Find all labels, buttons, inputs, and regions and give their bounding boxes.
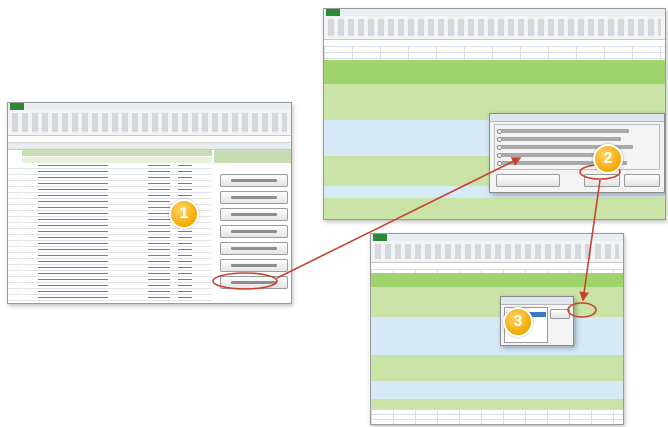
table-header — [371, 273, 623, 288]
screenshot-3-workbook — [370, 233, 624, 425]
option-label — [501, 137, 621, 141]
macro-button-4[interactable] — [220, 225, 288, 238]
screenshot-1-workbook — [7, 102, 292, 304]
dialog-left-button[interactable] — [496, 174, 560, 187]
type-column — [178, 163, 192, 301]
dialog-ok-button[interactable] — [584, 174, 620, 187]
macro-button-6[interactable] — [220, 259, 288, 272]
file-tab[interactable] — [373, 234, 387, 241]
file-tab[interactable] — [326, 9, 340, 16]
callout-circle-icon: 3 — [503, 307, 533, 337]
name-column — [38, 163, 108, 301]
macro-button-2[interactable] — [220, 191, 288, 204]
table-band — [371, 317, 623, 355]
ribbon-toolbar — [12, 113, 287, 132]
options-dialog — [489, 113, 665, 193]
table-band — [324, 198, 665, 219]
sheet-grid — [371, 269, 623, 424]
callout-circle-icon: 1 — [169, 199, 199, 229]
screenshot-2-workbook — [323, 8, 666, 220]
ribbon — [371, 234, 623, 263]
popup-title-bar — [501, 297, 573, 305]
macro-button-3[interactable] — [220, 208, 288, 221]
callout-circle-icon: 2 — [593, 144, 623, 174]
file-tab[interactable] — [10, 103, 24, 110]
ribbon-tabs — [324, 9, 665, 16]
formula-bar[interactable] — [8, 136, 291, 143]
macro-button-7[interactable] — [220, 276, 288, 289]
table-band — [371, 355, 623, 381]
table-band — [371, 399, 623, 409]
row-numbers — [8, 163, 21, 301]
value-column — [148, 163, 170, 301]
column-headers — [8, 143, 291, 150]
table-band — [371, 381, 623, 399]
sheet-title-row — [22, 150, 212, 156]
dialog-cancel-button[interactable] — [624, 174, 660, 187]
ribbon-tabs — [371, 234, 623, 241]
ribbon-tabs — [8, 103, 291, 110]
ribbon — [324, 9, 665, 40]
table-band — [371, 287, 623, 317]
popup-ok-button[interactable] — [550, 309, 570, 319]
dialog-title-bar — [490, 114, 664, 122]
table-header — [324, 60, 665, 85]
ribbon-toolbar — [375, 244, 619, 259]
panel-header — [214, 150, 291, 163]
ribbon — [8, 103, 291, 136]
option-group — [494, 124, 660, 170]
ribbon-toolbar — [328, 19, 661, 36]
option-label — [501, 129, 629, 133]
macro-button-1[interactable] — [220, 174, 288, 187]
macro-button-5[interactable] — [220, 242, 288, 255]
